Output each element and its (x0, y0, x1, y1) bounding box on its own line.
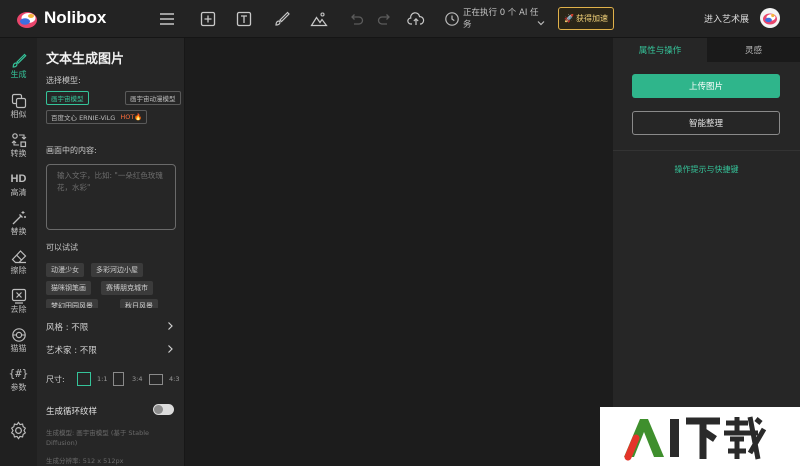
tool-rail: 生成 相似 转换 HD 高清 替换 擦除 去除 猫猫 {#} 参数 (0, 38, 37, 466)
shortcuts-link[interactable]: 操作提示与快捷键 (613, 164, 800, 175)
rail-item-hd[interactable]: HD 高清 (0, 169, 37, 205)
rail-item-transform[interactable]: 转换 (0, 130, 37, 166)
model-chip[interactable]: 百度文心 ERNIE-ViLG HOT🔥 (46, 110, 148, 124)
add-frame-icon[interactable] (199, 10, 217, 28)
rocket-icon: 🚀 (564, 14, 574, 23)
copy-icon (11, 93, 26, 109)
ratio-1-1-option[interactable] (77, 372, 91, 386)
prompt-input[interactable]: 输入文字，比如: "一朵红色玫瑰花，水彩" (46, 164, 176, 230)
loop-texture-toggle[interactable] (153, 404, 174, 415)
artist-selector[interactable]: 艺术家 : 不限 (46, 344, 174, 356)
rail-item-cat[interactable]: 猫猫 (0, 325, 37, 361)
cloud-upload-icon[interactable] (407, 10, 425, 28)
properties-panel: 属性与操作 灵感 上传图片 智能整理 操作提示与快捷键 (613, 38, 800, 466)
cat-icon (11, 328, 26, 342)
enter-gallery-link[interactable]: 进入艺术展 (704, 12, 749, 25)
size-label: 尺寸: (46, 375, 65, 384)
ratio-label: 3:4 (132, 375, 143, 383)
panel-title: 文本生成图片 (46, 52, 125, 67)
rail-label: 高清 (10, 188, 27, 197)
rail-label: 去除 (10, 305, 27, 314)
avatar[interactable] (760, 8, 780, 28)
brush-icon (12, 53, 27, 68)
clock-icon (444, 11, 460, 27)
params-icon: {#} (8, 367, 29, 380)
ratio-label: 4:3 (169, 375, 180, 383)
text-icon[interactable] (235, 10, 253, 28)
try-tags: 动漫少女 多彩河边小屋 猫咪钢笔画 赛博朋克城市 梦幻田园风景 秋日风景 (37, 258, 185, 308)
image-icon[interactable] (310, 10, 328, 28)
speed-up-label: 获得加速 (575, 14, 608, 23)
redo-icon[interactable] (376, 10, 394, 28)
rail-item-replace[interactable]: 替换 (0, 208, 37, 244)
watermark-logo (600, 407, 800, 466)
info-model: 生成模型: 画宇宙模型 (基于 Stable Diffusion) (46, 429, 150, 447)
try-tag[interactable]: 梦幻田园风景 (46, 299, 98, 308)
rail-item-erase[interactable]: 擦除 (0, 247, 37, 283)
artist-label: 艺术家 : 不限 (46, 346, 97, 356)
rail-item-similar[interactable]: 相似 (0, 91, 37, 127)
hot-badge: HOT🔥 (120, 113, 143, 121)
hd-icon: HD (10, 173, 27, 185)
task-status[interactable]: 正在执行 0 个 AI 任务 (463, 7, 541, 31)
ratio-4-3-option[interactable] (149, 374, 163, 385)
try-tag[interactable]: 猫咪钢笔画 (46, 281, 91, 295)
chevron-right-icon (168, 322, 173, 330)
rail-label: 生成 (10, 70, 27, 79)
try-tag[interactable]: 动漫少女 (46, 263, 84, 277)
chevron-down-icon[interactable] (536, 13, 546, 26)
model-chip[interactable]: 画宇宙模型 (46, 91, 89, 105)
model-chip-label: 百度文心 ERNIE-ViLG (51, 114, 116, 122)
rail-label: 擦除 (10, 266, 27, 275)
rail-item-remove[interactable]: 去除 (0, 286, 37, 322)
divider (613, 150, 800, 151)
info-resolution: 生成分辨率: 512 x 512px (46, 457, 124, 465)
model-chip-label: 画宇宙模型 (51, 95, 84, 103)
menu-icon[interactable] (158, 10, 176, 28)
rail-label: 参数 (10, 383, 27, 392)
rail-label: 猫猫 (10, 344, 27, 353)
transform-icon (11, 133, 26, 148)
rail-label: 转换 (10, 149, 27, 158)
generate-panel: 文本生成图片 选择模型: 画宇宙模型 画宇宙动漫模型 百度文心 ERNIE-Vi… (37, 38, 185, 466)
tab-inspiration[interactable]: 灵感 (707, 38, 800, 62)
tab-properties[interactable]: 属性与操作 (613, 38, 707, 62)
gear-icon[interactable] (9, 421, 28, 440)
try-tag[interactable]: 秋日风景 (120, 299, 158, 308)
undo-icon[interactable] (347, 10, 365, 28)
style-label: 风格 : 不限 (46, 323, 89, 333)
smart-organize-button[interactable]: 智能整理 (632, 111, 780, 135)
try-label: 可以试试 (46, 243, 78, 252)
model-chip-label: 画宇宙动漫模型 (130, 95, 176, 103)
brand-name: Nolibox (44, 8, 107, 27)
rail-label: 替换 (10, 227, 27, 236)
content-label: 画面中的内容: (46, 146, 97, 155)
upload-image-button[interactable]: 上传图片 (632, 74, 780, 98)
model-label: 选择模型: (46, 76, 81, 85)
try-tag[interactable]: 多彩河边小屋 (91, 263, 143, 277)
chevron-right-icon (168, 345, 173, 353)
brush-icon[interactable] (273, 10, 291, 28)
rail-label: 相似 (10, 110, 27, 119)
top-bar: Nolibox 正在执行 0 个 AI 任务 🚀 获得加速 进入艺术展 (0, 0, 800, 38)
style-selector[interactable]: 风格 : 不限 (46, 321, 174, 333)
try-tag[interactable]: 赛博朋克城市 (101, 281, 153, 295)
ratio-3-4-option[interactable] (113, 372, 124, 386)
rail-item-generate[interactable]: 生成 (0, 51, 37, 87)
model-chip[interactable]: 画宇宙动漫模型 (125, 91, 181, 105)
canvas-area[interactable] (186, 38, 613, 466)
remove-icon (11, 288, 26, 304)
rail-item-params[interactable]: {#} 参数 (0, 364, 37, 400)
ratio-label: 1:1 (97, 375, 108, 383)
eraser-icon (11, 250, 26, 264)
nolibox-logo-icon (16, 9, 38, 29)
loop-texture-label: 生成循环纹样 (46, 407, 98, 417)
speed-up-button[interactable]: 🚀 获得加速 (558, 7, 614, 30)
magic-wand-icon (12, 211, 26, 225)
